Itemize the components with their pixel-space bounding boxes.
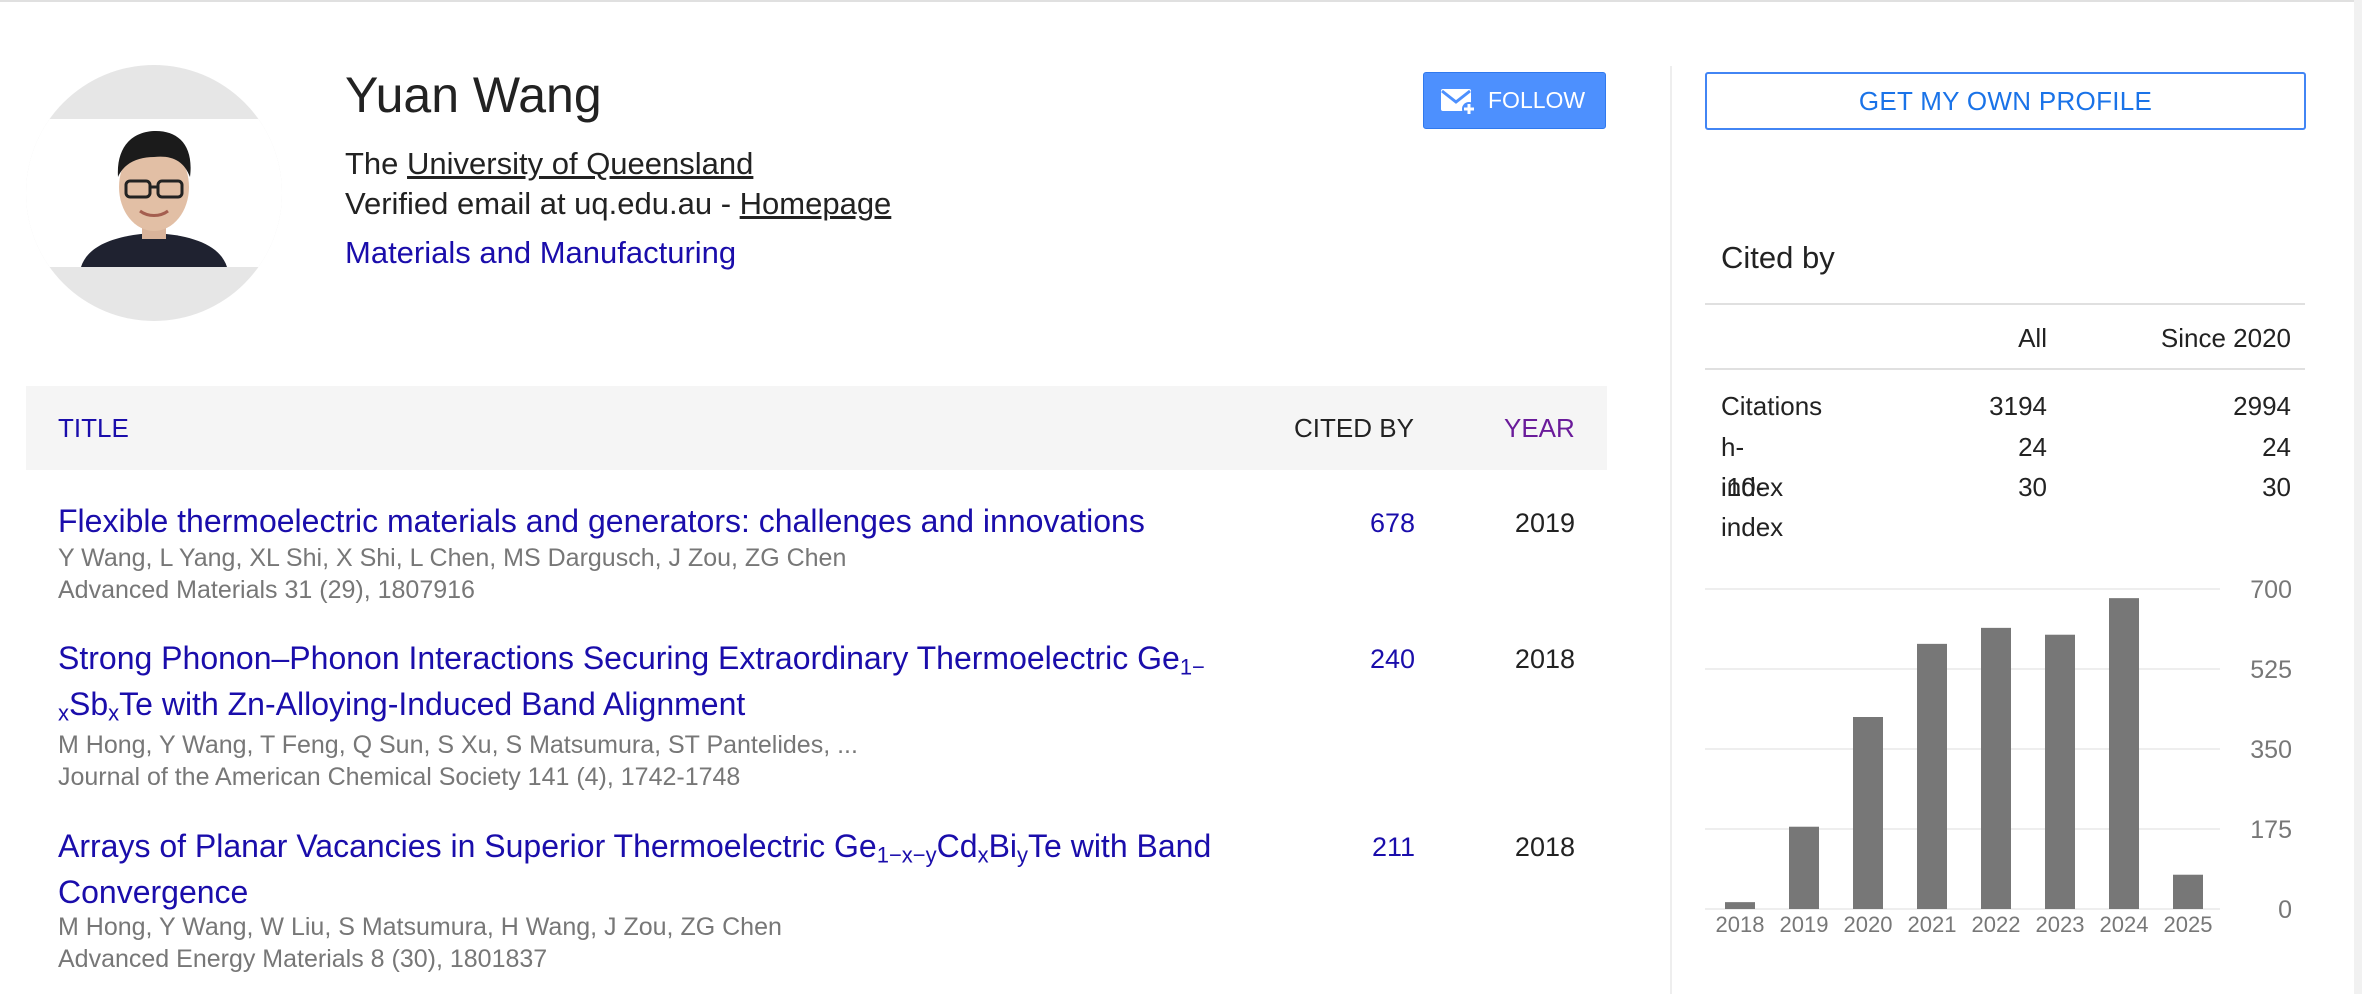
cited-by-count-link[interactable]: 211 <box>1300 832 1415 863</box>
y-tick-label: 175 <box>2250 816 2292 844</box>
publication-venue: Journal of the American Chemical Society… <box>58 763 741 791</box>
profile-name: Yuan Wang <box>345 67 602 123</box>
cited-by-count-link[interactable]: 678 <box>1300 508 1415 539</box>
homepage-link[interactable]: Homepage <box>740 186 892 221</box>
publications-table-header: TITLE CITED BY YEAR <box>26 386 1607 470</box>
x-tick-label: 2019 <box>1780 912 1829 937</box>
affiliation-prefix: The <box>345 146 408 181</box>
sort-title[interactable]: TITLE <box>58 386 129 470</box>
stat-since: 30 <box>2262 472 2291 502</box>
x-tick-label: 2024 <box>2100 912 2149 937</box>
avatar <box>26 65 282 321</box>
x-tick-label: 2021 <box>1908 912 1957 937</box>
x-tick-label: 2018 <box>1716 912 1765 937</box>
publication-year: 2019 <box>1514 508 1575 538</box>
stat-all: 30 <box>2018 472 2047 502</box>
cited-by-divider <box>1705 368 2305 370</box>
top-border <box>0 0 2362 2</box>
follow-button[interactable]: FOLLOW <box>1423 72 1606 129</box>
publication-authors: M Hong, Y Wang, W Liu, S Matsumura, H Wa… <box>58 913 782 941</box>
stat-label: Citations <box>1721 391 1823 421</box>
verified-email: Verified email at uq.edu.au - Homepage <box>345 184 891 224</box>
citations-bar-chart: 0 175 350 525 700 2018 2019 2020 2021 2022 2023 202… <box>1705 576 2292 937</box>
x-tick-label: 2025 <box>2164 912 2213 937</box>
stat-all: 24 <box>2018 432 2047 462</box>
email-text: Verified email at uq.edu.au - <box>345 186 740 221</box>
publication-authors: M Hong, Y Wang, T Feng, Q Sun, S Xu, S M… <box>58 731 858 759</box>
stat-all: 3194 <box>1989 391 2047 421</box>
research-interest-link[interactable]: Materials and Manufacturing <box>345 232 736 274</box>
y-tick-label: 525 <box>2250 656 2292 684</box>
sort-cited-by[interactable]: CITED BY <box>1294 386 1414 470</box>
bar-2022[interactable] <box>1981 627 2011 909</box>
publication-title-link[interactable]: Flexible thermoelectric materials and ge… <box>58 498 1248 544</box>
stat-label: i10-index <box>1721 472 1784 542</box>
bar-2019[interactable] <box>1789 826 1819 909</box>
y-tick-label: 0 <box>2278 896 2292 924</box>
stat-since: 2994 <box>2233 391 2291 421</box>
stat-since: 24 <box>2262 432 2291 462</box>
cited-by-count-link[interactable]: 240 <box>1300 644 1415 675</box>
follow-label: FOLLOW <box>1488 87 1586 113</box>
sort-year[interactable]: YEAR <box>1504 386 1575 470</box>
affiliation: The University of Queensland <box>345 144 753 184</box>
y-tick-label: 350 <box>2250 736 2292 764</box>
publication-title-link[interactable]: Strong Phonon–Phonon Interactions Securi… <box>58 635 1248 727</box>
bar-2025[interactable] <box>2173 874 2203 909</box>
mail-plus-icon <box>1441 88 1476 116</box>
y-tick-label: 700 <box>2250 576 2292 604</box>
x-tick-label: 2023 <box>2036 912 2085 937</box>
get-my-own-profile-button[interactable]: GET MY OWN PROFILE <box>1705 72 2306 130</box>
bar-2021[interactable] <box>1917 643 1947 909</box>
affiliation-link[interactable]: University of Queensland <box>407 146 753 181</box>
column-divider <box>1670 66 1672 994</box>
publication-title-link[interactable]: Arrays of Planar Vacancies in Superior T… <box>58 823 1248 915</box>
publication-year: 2018 <box>1514 644 1575 674</box>
bar-2023[interactable] <box>2045 634 2075 909</box>
bar-2024[interactable] <box>2109 598 2139 909</box>
cited-by-divider <box>1705 303 2305 305</box>
publication-venue: Advanced Energy Materials 8 (30), 180183… <box>58 945 548 973</box>
cited-by-title: Cited by <box>1721 240 1835 275</box>
bar-2018[interactable] <box>1725 902 1755 909</box>
publication-authors: Y Wang, L Yang, XL Shi, X Shi, L Chen, M… <box>58 544 847 572</box>
x-tick-label: 2020 <box>1844 912 1893 937</box>
col-since: Since 2020 <box>2160 323 2291 353</box>
scrollbar-track[interactable] <box>2354 0 2362 994</box>
col-all: All <box>2018 323 2047 353</box>
x-tick-label: 2022 <box>1972 912 2021 937</box>
bar-2020[interactable] <box>1853 717 1883 909</box>
publication-venue: Advanced Materials 31 (29), 1807916 <box>58 576 475 604</box>
publication-year: 2018 <box>1514 832 1575 862</box>
